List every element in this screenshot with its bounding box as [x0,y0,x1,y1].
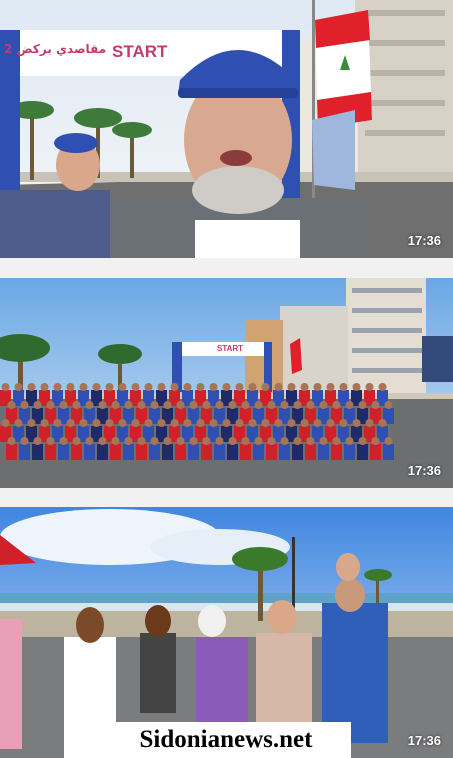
arch-start-text: START [112,42,168,61]
thumbnail-image-3 [0,507,453,758]
watermark: Sidonianews.net [101,722,351,758]
video-thumbnail-3[interactable]: Sidonianews.net 17:36 [0,507,453,758]
arch-logo-text: مقاصدي بركض 2 [4,42,107,56]
video-duration-3: 17:36 [407,733,441,748]
separator [0,258,453,278]
video-duration-2: 17:36 [407,463,441,478]
video-thumbnail-1[interactable]: مقاصدي بركض 2 START GIA NO 17:36 [0,0,453,258]
video-duration-1: 17:36 [407,233,441,248]
video-thumbnail-2[interactable]: START 17:36 [0,278,453,488]
arch-start-text: START [217,344,244,353]
separator [0,488,453,507]
thumbnail-image-2 [0,278,453,488]
